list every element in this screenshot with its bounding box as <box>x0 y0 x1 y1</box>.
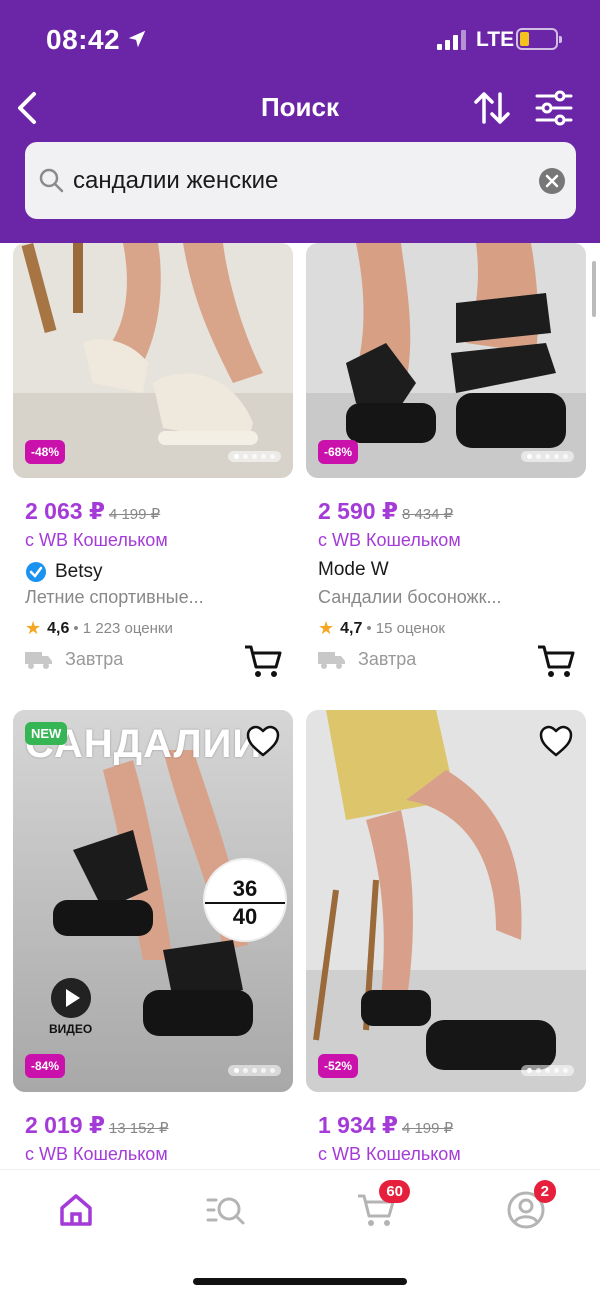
old-price: 13 152 ₽ <box>108 1120 169 1137</box>
location-arrow-icon <box>128 30 146 48</box>
cart-tab[interactable]: 60 <box>356 1180 410 1230</box>
brand: Mode W <box>318 559 389 581</box>
current-price: 2 590 ₽ <box>318 498 398 524</box>
search-bar[interactable] <box>25 142 576 219</box>
profile-count-badge: 2 <box>533 1180 556 1203</box>
product-photo[interactable]: САНДАЛИИ NEW 36 40 ВИДЕО -84% <box>13 710 293 1092</box>
size-max: 40 <box>205 902 285 930</box>
signal-icon <box>437 30 467 50</box>
brand-name: Betsy <box>55 561 103 582</box>
old-price: 4 199 ₽ <box>108 506 161 523</box>
battery-icon <box>516 28 562 50</box>
rating-value: 4,7 <box>340 619 363 637</box>
wallet-note: с WB Кошельком <box>318 530 461 550</box>
network-label: LTE <box>476 28 515 51</box>
brand: Betsy <box>25 561 103 583</box>
heart-icon[interactable] <box>245 724 281 758</box>
new-badge: NEW <box>25 722 68 745</box>
nav-bar: Поиск <box>0 80 600 136</box>
price: 2 019 ₽13 152 ₽ <box>25 1112 169 1139</box>
filter-icon[interactable] <box>534 88 574 128</box>
play-icon[interactable] <box>51 978 91 1018</box>
home-indicator <box>193 1278 407 1285</box>
image-pager <box>521 451 574 462</box>
review-count: • 1 223 оценки <box>73 620 173 637</box>
home-icon[interactable] <box>56 1190 96 1230</box>
product-photo[interactable]: -48% <box>13 243 293 478</box>
discount-badge: -68% <box>318 440 359 464</box>
search-icon <box>39 168 64 193</box>
product-grid[interactable]: -48% 2 063 ₽4 199 ₽ с WB Кошельком Betsy… <box>0 243 600 1169</box>
product-photo[interactable]: -52% <box>306 710 586 1092</box>
current-price: 2 019 ₽ <box>25 1112 105 1138</box>
product-photo[interactable]: -68% <box>306 243 586 478</box>
profile-tab[interactable]: 2 <box>506 1180 556 1230</box>
delivery: Завтра <box>318 649 416 670</box>
old-price: 4 199 ₽ <box>401 1120 454 1137</box>
wallet-note: с WB Кошельком <box>318 1144 461 1164</box>
product-title: Летние спортивные... <box>25 587 204 607</box>
wallet-note: с WB Кошельком <box>25 530 168 550</box>
price: 2 063 ₽4 199 ₽ <box>25 498 160 525</box>
size-min: 36 <box>232 876 258 901</box>
rating: ★ 4,7 • 15 оценок <box>318 618 445 639</box>
wallet-note: с WB Кошельком <box>25 1144 168 1164</box>
truck-icon <box>25 651 52 669</box>
image-pager <box>521 1065 574 1076</box>
product-image <box>306 710 586 1092</box>
delivery-date: Завтра <box>65 649 124 669</box>
status-bar: 08:42 LTE <box>0 0 600 80</box>
delivery: Завтра <box>25 649 123 670</box>
rating-value: 4,6 <box>47 619 70 637</box>
current-price: 1 934 ₽ <box>318 1112 398 1138</box>
cart-icon[interactable] <box>536 643 576 679</box>
product-title: Сандалии босоножк... <box>318 587 502 607</box>
truck-icon <box>318 651 345 669</box>
cart-count-badge: 60 <box>379 1180 410 1203</box>
delivery-date: Завтра <box>358 649 417 669</box>
cart-icon[interactable] <box>243 643 283 679</box>
old-price: 8 434 ₽ <box>401 506 454 523</box>
sort-icon[interactable] <box>472 88 512 128</box>
review-count: • 15 оценок <box>366 620 445 637</box>
price: 1 934 ₽4 199 ₽ <box>318 1112 453 1139</box>
catalog-search-icon[interactable] <box>206 1190 246 1230</box>
discount-badge: -84% <box>25 1054 66 1078</box>
current-price: 2 063 ₽ <box>25 498 105 524</box>
discount-badge: -52% <box>318 1054 359 1078</box>
size-range-badge: 36 40 <box>205 860 285 940</box>
rating: ★ 4,6 • 1 223 оценки <box>25 618 173 639</box>
search-input[interactable] <box>73 142 523 219</box>
status-time: 08:42 <box>46 24 121 55</box>
scrollbar[interactable] <box>592 261 596 317</box>
price: 2 590 ₽8 434 ₽ <box>318 498 453 525</box>
discount-badge: -48% <box>25 440 66 464</box>
star-icon: ★ <box>318 618 335 638</box>
clear-icon[interactable] <box>539 168 565 194</box>
heart-icon[interactable] <box>538 724 574 758</box>
image-pager <box>228 451 281 462</box>
video-label: ВИДЕО <box>49 1022 93 1036</box>
verified-icon <box>26 562 46 582</box>
header: 08:42 LTE Поиск <box>0 0 600 243</box>
image-pager <box>228 1065 281 1076</box>
star-icon: ★ <box>25 618 42 638</box>
brand-name: Mode W <box>318 559 389 580</box>
